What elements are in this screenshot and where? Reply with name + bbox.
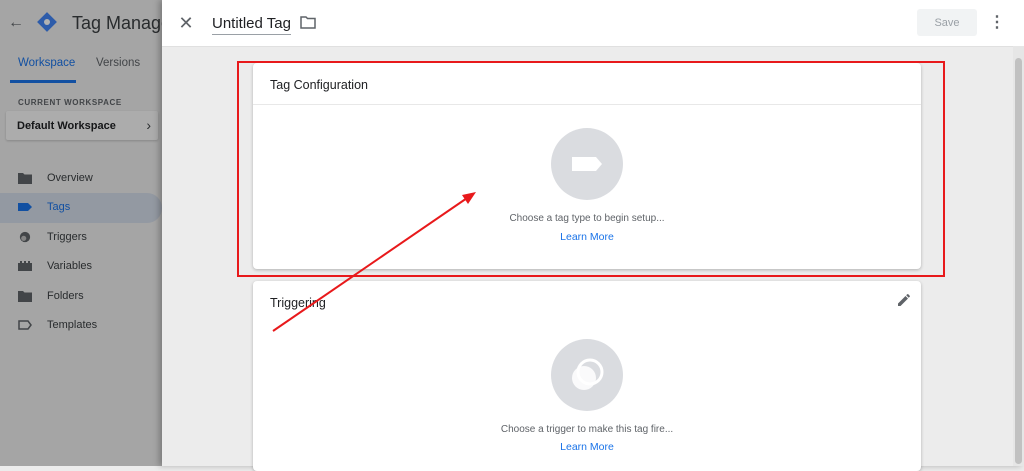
edit-pencil-icon[interactable] — [895, 291, 913, 309]
trigger-hint: Choose a trigger to make this tag fire..… — [500, 424, 674, 435]
learn-more-link[interactable]: Learn More — [253, 441, 921, 453]
scrollbar-thumb[interactable] — [1015, 58, 1022, 464]
card-title: Tag Configuration — [270, 78, 368, 92]
divider — [253, 104, 921, 105]
trigger-icon — [572, 358, 604, 390]
tag-editor-panel: ✕ Untitled Tag Save ⋮ Tag Configuration … — [162, 0, 1024, 471]
tag-type-placeholder[interactable] — [551, 128, 623, 200]
sidebar-scrim[interactable] — [0, 0, 162, 466]
learn-more-link[interactable]: Learn More — [253, 231, 921, 243]
trigger-placeholder[interactable] — [551, 339, 623, 411]
tag-icon — [572, 157, 602, 171]
tag-name-field[interactable]: Untitled Tag — [212, 15, 291, 35]
save-button[interactable]: Save — [917, 9, 977, 36]
editor-toolbar: ✕ Untitled Tag Save ⋮ — [162, 0, 1024, 47]
tag-type-hint: Choose a tag type to begin setup... — [509, 213, 665, 224]
triggering-card[interactable]: Triggering Choose a trigger to make this… — [253, 281, 921, 471]
card-title: Triggering — [270, 296, 326, 310]
tag-configuration-card[interactable]: Tag Configuration Choose a tag type to b… — [253, 63, 921, 269]
folder-icon[interactable] — [300, 15, 316, 29]
close-icon[interactable]: ✕ — [176, 13, 196, 33]
more-vert-icon[interactable]: ⋮ — [988, 12, 1006, 34]
